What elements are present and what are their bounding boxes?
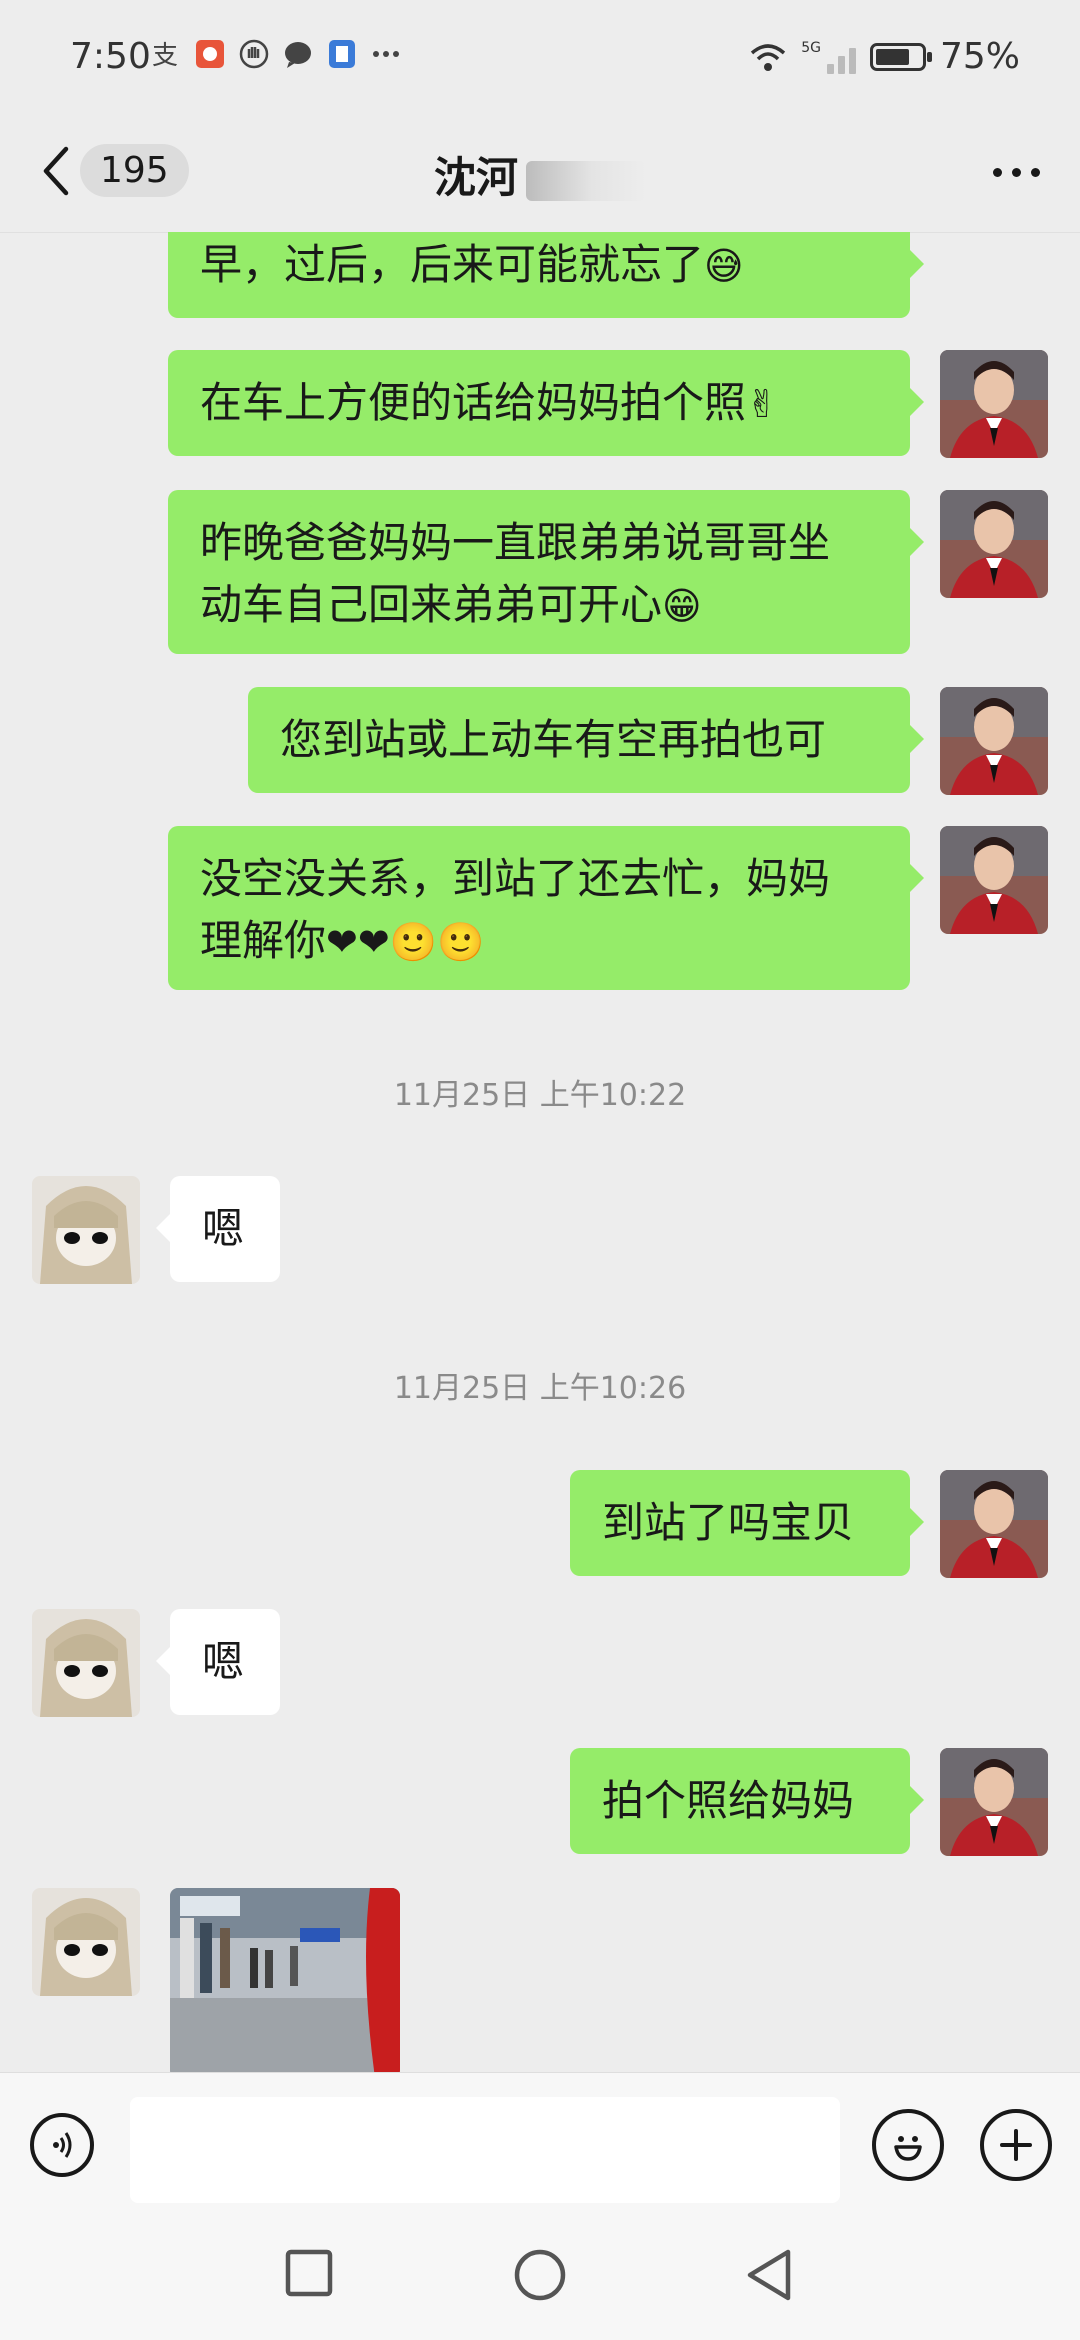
smiley-icon [894, 2136, 922, 2161]
message-text: 理解你 [200, 916, 327, 965]
emoji: ✌ [746, 382, 778, 426]
photo-message[interactable] [170, 1888, 400, 2072]
battery-level [875, 48, 909, 65]
avatar-contact[interactable] [32, 1888, 140, 1996]
message-text: 您到站或上动车有空再拍也可 [280, 715, 827, 764]
avatar-mother[interactable] [940, 350, 1048, 458]
hand-icon [239, 39, 269, 69]
voice-icon [53, 2132, 72, 2158]
timestamp: 11月25日 上午10:26 [393, 1371, 687, 1406]
message-bubble-received[interactable]: 嗯 [156, 1609, 280, 1715]
more-options-button[interactable] [993, 168, 1040, 177]
chat-title-text: 沈河 [433, 153, 518, 202]
chat-icon [285, 42, 311, 68]
avatar-contact[interactable] [32, 1176, 140, 1284]
emoji: ❤❤🙂🙂 [326, 920, 485, 964]
emoji: 😅 [704, 244, 744, 288]
avatar-mother[interactable] [940, 1470, 1048, 1578]
recent-apps-icon[interactable] [284, 2248, 334, 2298]
chat-title: 沈河 [0, 144, 1080, 205]
message-text: 拍个照给妈妈 [602, 1776, 855, 1825]
message-text: 嗯 [202, 1637, 245, 1686]
emoji-button[interactable] [872, 2109, 944, 2181]
avatar-mother[interactable] [940, 826, 1048, 934]
message-bubble-sent[interactable]: 在车上方便的话给妈妈拍个照✌ [168, 350, 924, 456]
message-bubble-received[interactable]: 嗯 [156, 1176, 280, 1282]
emoji: 😁 [662, 584, 702, 628]
status-time: 7:50 [70, 36, 151, 77]
plus-icon [1000, 2129, 1032, 2161]
avatar-mother[interactable] [940, 1748, 1048, 1856]
avatar-contact[interactable] [32, 1609, 140, 1717]
more-dots-icon [373, 51, 399, 57]
battery-percent: 75% [939, 36, 1020, 77]
status-bar: 7:50 支 5G 75% [0, 0, 1080, 120]
message-list[interactable]: 早，过后，后来可能就忘了😅 在车上方便的话给妈妈拍个照✌ 昨晚爸爸妈妈一直跟弟弟… [0, 232, 1080, 2072]
signal-icon: 5G [801, 40, 856, 74]
system-nav-bar [0, 2212, 1080, 2340]
home-icon[interactable] [513, 2248, 567, 2302]
status-right: 5G 75% [749, 36, 1020, 77]
chat-header: 195 沈河 [0, 120, 1080, 233]
wifi-icon [751, 43, 786, 71]
avatar-mother[interactable] [940, 490, 1048, 598]
voice-button[interactable] [30, 2113, 94, 2177]
network-type: 5G [801, 39, 821, 56]
message-text: 到站了吗宝贝 [602, 1498, 855, 1547]
message-input[interactable] [130, 2097, 840, 2203]
message-text: 没空没关系，到站了还去忙，妈妈 [200, 854, 831, 903]
message-bubble-sent[interactable]: 没空没关系，到站了还去忙，妈妈 理解你❤❤🙂🙂 [168, 826, 924, 990]
message-bubble-sent[interactable]: 到站了吗宝贝 [570, 1470, 924, 1576]
message-bubble-sent[interactable]: 昨晚爸爸妈妈一直跟弟弟说哥哥坐 动车自己回来弟弟可开心😁 [168, 490, 924, 654]
back-triangle-icon[interactable] [744, 2248, 794, 2302]
message-text: 昨晚爸爸妈妈一直跟弟弟说哥哥坐 [200, 518, 831, 567]
timestamp: 11月25日 上午10:22 [393, 1078, 687, 1113]
input-bar [0, 2072, 1080, 2213]
alipay-icon: 支 [152, 41, 178, 70]
message-text: 早，过后，后来可能就忘了 [200, 240, 705, 289]
doc-icon [329, 40, 355, 68]
svg-text:支: 支 [152, 41, 178, 70]
message-text: 在车上方便的话给妈妈拍个照 [200, 378, 747, 427]
message-text: 动车自己回来弟弟可开心 [200, 580, 663, 629]
add-button[interactable] [980, 2109, 1052, 2181]
battery-icon [869, 42, 932, 71]
message-bubble-sent[interactable]: 拍个照给妈妈 [570, 1748, 924, 1854]
notification-icons: 支 [150, 38, 402, 70]
blurred-name [526, 160, 646, 201]
avatar-mother[interactable] [940, 687, 1048, 795]
message-text: 嗯 [202, 1204, 245, 1253]
message-bubble-sent[interactable]: 您到站或上动车有空再拍也可 [248, 687, 924, 793]
app-icon [196, 40, 224, 68]
message-bubble-sent[interactable]: 早，过后，后来可能就忘了😅 [168, 232, 924, 318]
